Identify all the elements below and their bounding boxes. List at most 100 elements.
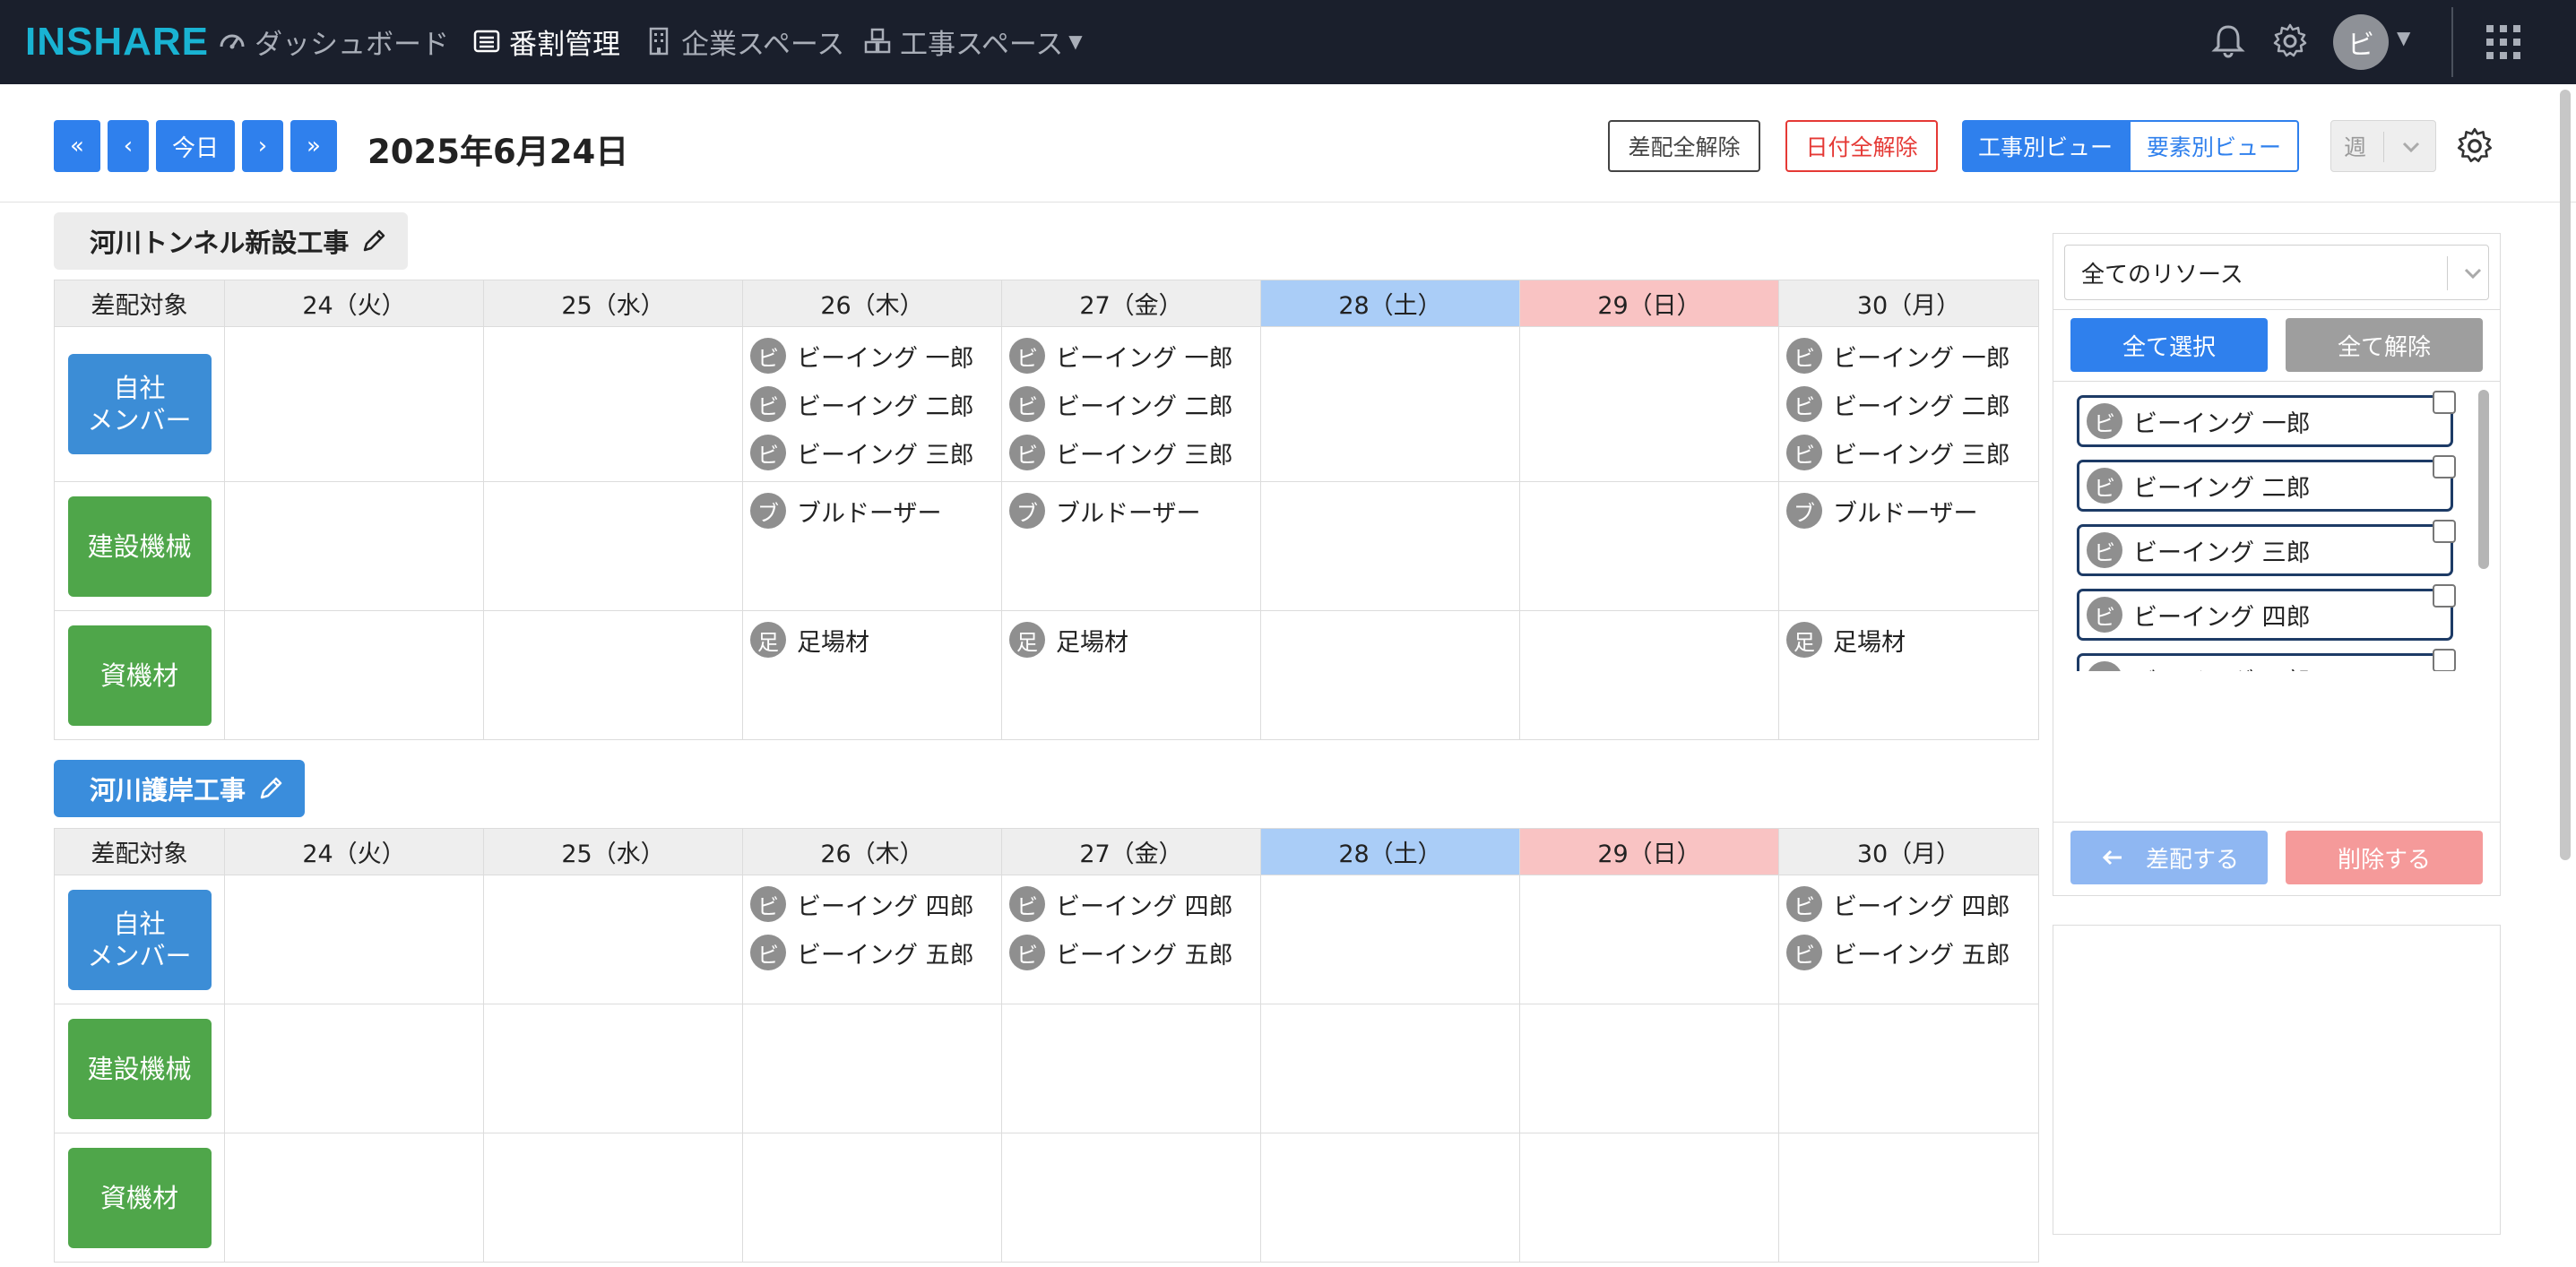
dispatch-button[interactable]: 差配する [2070, 831, 2268, 884]
today-button[interactable]: 今日 [156, 120, 235, 172]
schedule-cell[interactable] [483, 1004, 743, 1133]
project-title[interactable]: 河川護岸工事 [54, 760, 306, 817]
calendar-settings-gear-icon[interactable] [2454, 125, 2495, 167]
assigned-resource-chip[interactable]: ビビーイング 一郎 [1779, 336, 2038, 375]
schedule-cell[interactable] [483, 481, 743, 611]
schedule-cell[interactable] [224, 875, 484, 1004]
nav-item-company-space[interactable]: 企業スペース [644, 22, 844, 61]
schedule-cell[interactable]: 足足場材 [1001, 610, 1261, 740]
pencil-icon[interactable] [256, 774, 285, 803]
schedule-cell[interactable] [224, 1004, 484, 1133]
schedule-cell[interactable]: ブブルドーザー [742, 481, 1002, 611]
assigned-resource-chip[interactable]: ビビーイング 四郎 [1002, 884, 1260, 924]
schedule-cell[interactable]: ビビーイング 一郎ビビーイング 二郎ビビーイング 三郎 [742, 326, 1002, 482]
resource-item[interactable]: ビビーイング 一郎 [2077, 391, 2456, 447]
schedule-cell[interactable]: ビビーイング 一郎ビビーイング 二郎ビビーイング 三郎 [1778, 326, 2039, 482]
period-select[interactable]: 週 [2330, 120, 2436, 172]
assigned-resource-chip[interactable]: ビビーイング 二郎 [743, 384, 1001, 424]
resource-checkbox[interactable] [2433, 391, 2456, 414]
delete-button[interactable]: 削除する [2286, 831, 2483, 884]
assigned-resource-chip[interactable]: ビビーイング 二郎 [1002, 384, 1260, 424]
bell-icon[interactable] [2209, 22, 2248, 61]
schedule-cell[interactable] [1778, 1004, 2039, 1133]
chevron-down-icon[interactable]: ▼ [2397, 27, 2410, 48]
schedule-cell[interactable]: 足足場材 [1778, 610, 2039, 740]
assigned-resource-chip[interactable]: 足足場材 [1002, 620, 1260, 659]
schedule-cell[interactable] [1519, 481, 1779, 611]
schedule-cell[interactable] [1260, 1133, 1520, 1263]
assigned-resource-chip[interactable]: ブブルドーザー [743, 491, 1001, 530]
app-logo[interactable]: INSHARE [25, 20, 209, 65]
schedule-cell[interactable] [742, 1133, 1002, 1263]
assigned-resource-chip[interactable]: ビビーイング 二郎 [1779, 384, 2038, 424]
resource-checkbox[interactable] [2433, 455, 2456, 478]
pencil-icon[interactable] [359, 227, 388, 255]
schedule-cell[interactable] [1260, 1004, 1520, 1133]
schedule-cell[interactable] [1519, 1004, 1779, 1133]
schedule-cell[interactable] [1260, 610, 1520, 740]
assigned-resource-chip[interactable]: ビビーイング 三郎 [1779, 433, 2038, 472]
schedule-cell[interactable]: ビビーイング 四郎ビビーイング 五郎 [1778, 875, 2039, 1004]
schedule-cell[interactable]: ビビーイング 四郎ビビーイング 五郎 [1001, 875, 1261, 1004]
schedule-cell[interactable] [224, 481, 484, 611]
apps-grid-icon[interactable] [2486, 25, 2520, 59]
assigned-resource-chip[interactable]: ビビーイング 一郎 [1002, 336, 1260, 375]
schedule-cell[interactable] [742, 1004, 1002, 1133]
next-button[interactable]: › [242, 120, 283, 172]
schedule-cell[interactable] [224, 326, 484, 482]
schedule-cell[interactable] [483, 610, 743, 740]
assigned-resource-chip[interactable]: 足足場材 [743, 620, 1001, 659]
assigned-resource-chip[interactable]: ビビーイング 四郎 [743, 884, 1001, 924]
settings-gear-icon[interactable] [2270, 22, 2310, 61]
schedule-cell[interactable] [224, 1133, 484, 1263]
schedule-cell[interactable] [1519, 326, 1779, 482]
first-page-button[interactable]: « [54, 120, 100, 172]
schedule-cell[interactable] [483, 326, 743, 482]
schedule-cell[interactable] [1778, 1133, 2039, 1263]
clear-dispatch-button[interactable]: 差配全解除 [1608, 120, 1760, 172]
resource-checkbox[interactable] [2433, 584, 2456, 608]
schedule-cell[interactable] [483, 875, 743, 1004]
assigned-resource-chip[interactable]: ビビーイング 五郎 [743, 933, 1001, 972]
resource-item[interactable]: ビビーイング 二郎 [2077, 455, 2456, 512]
assigned-resource-chip[interactable]: ビビーイング 三郎 [743, 433, 1001, 472]
schedule-cell[interactable]: ビビーイング 四郎ビビーイング 五郎 [742, 875, 1002, 1004]
schedule-cell[interactable] [1001, 1004, 1261, 1133]
schedule-cell[interactable] [483, 1133, 743, 1263]
resource-item[interactable]: ビ ビーイング 五郎 [2077, 649, 2456, 671]
resource-item[interactable]: ビビーイング 四郎 [2077, 584, 2456, 641]
resource-list[interactable]: 他他社 ユーザー2他他社 ユーザー1ビビーイング 五郎ビビーイング 四郎ビビーイ… [2053, 381, 2500, 671]
scrollbar-thumb[interactable] [2478, 390, 2489, 569]
user-avatar[interactable]: ビ [2333, 14, 2389, 70]
schedule-cell[interactable] [1260, 875, 1520, 1004]
assigned-resource-chip[interactable]: ビビーイング 四郎 [1779, 884, 2038, 924]
assigned-resource-chip[interactable]: ビビーイング 五郎 [1002, 933, 1260, 972]
view-by-project-button[interactable]: 工事別ビュー [1962, 120, 2130, 172]
resource-filter-select[interactable]: 全てのリソース [2064, 245, 2489, 300]
nav-item-dashboard[interactable]: ダッシュボード [217, 22, 449, 61]
view-by-element-button[interactable]: 要素別ビュー [2129, 120, 2300, 172]
resource-item[interactable]: ビビーイング 三郎 [2077, 520, 2456, 576]
schedule-cell[interactable]: ブブルドーザー [1001, 481, 1261, 611]
deselect-all-button[interactable]: 全て解除 [2286, 318, 2483, 372]
resource-checkbox[interactable] [2433, 520, 2456, 543]
assigned-resource-chip[interactable]: 足足場材 [1779, 620, 2038, 659]
last-page-button[interactable]: » [290, 120, 337, 172]
schedule-cell[interactable] [224, 610, 484, 740]
resource-checkbox[interactable] [2433, 649, 2456, 671]
clear-dates-button[interactable]: 日付全解除 [1785, 120, 1938, 172]
schedule-cell[interactable] [1260, 481, 1520, 611]
project-title[interactable]: 河川トンネル新設工事 [54, 212, 409, 270]
schedule-cell[interactable] [1519, 1133, 1779, 1263]
nav-item-assignment[interactable]: 番割管理 [471, 22, 620, 61]
assigned-resource-chip[interactable]: ビビーイング 五郎 [1779, 933, 2038, 972]
page-scrollbar[interactable] [2560, 90, 2571, 860]
schedule-cell[interactable]: ビビーイング 一郎ビビーイング 二郎ビビーイング 三郎 [1001, 326, 1261, 482]
schedule-cell[interactable] [1519, 610, 1779, 740]
assigned-resource-chip[interactable]: ビビーイング 一郎 [743, 336, 1001, 375]
prev-button[interactable]: ‹ [108, 120, 149, 172]
schedule-cell[interactable]: ブブルドーザー [1778, 481, 2039, 611]
assigned-resource-chip[interactable]: ビビーイング 三郎 [1002, 433, 1260, 472]
schedule-cell[interactable] [1519, 875, 1779, 1004]
schedule-cell[interactable] [1260, 326, 1520, 482]
